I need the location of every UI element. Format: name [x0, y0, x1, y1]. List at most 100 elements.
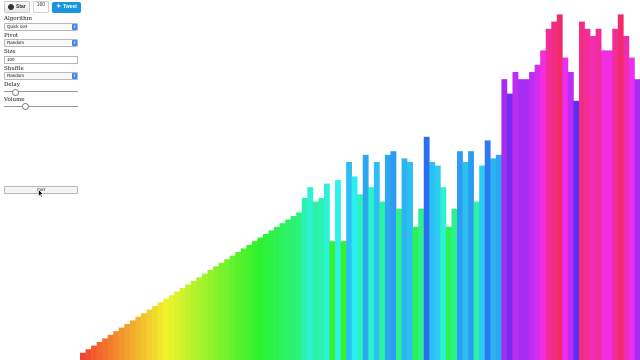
shuffle-label: Shuffle — [4, 65, 24, 72]
bar — [307, 187, 314, 360]
bar — [85, 349, 92, 360]
size-input[interactable]: 100 — [4, 55, 78, 64]
bar — [274, 226, 280, 360]
bar — [379, 201, 386, 360]
bar — [501, 79, 508, 360]
bar — [240, 248, 247, 360]
select-arrow-icon: ⇕ — [72, 40, 77, 46]
bar — [634, 79, 640, 360]
bar — [157, 302, 164, 360]
bar — [102, 338, 109, 360]
bar — [518, 79, 524, 360]
bar — [107, 334, 114, 360]
tweet-button[interactable]: ✦ Tweet — [52, 1, 81, 13]
bar — [484, 140, 491, 360]
bar — [384, 154, 391, 360]
bar — [296, 212, 303, 360]
bar — [213, 266, 219, 360]
slider-thumb[interactable] — [12, 88, 20, 96]
bar — [584, 28, 591, 360]
bar — [473, 201, 480, 360]
bar — [590, 36, 596, 360]
bar — [91, 345, 97, 360]
slider-track — [4, 105, 78, 107]
bar — [196, 277, 203, 360]
pivot-value: Random — [7, 40, 25, 45]
bar — [312, 201, 319, 360]
bar — [174, 291, 181, 360]
bar — [290, 216, 297, 360]
bar — [390, 151, 397, 360]
bar — [268, 230, 275, 360]
bar — [412, 226, 419, 360]
bar — [457, 151, 463, 360]
bar — [201, 273, 208, 360]
slider-thumb[interactable] — [22, 103, 30, 110]
bar — [218, 262, 225, 360]
delay-slider[interactable] — [4, 88, 78, 96]
bar — [246, 244, 253, 360]
bar — [124, 324, 131, 360]
bar — [407, 162, 413, 360]
algorithm-value: Quick sort — [7, 23, 28, 29]
bar — [318, 198, 325, 360]
bar — [373, 162, 380, 360]
bar — [551, 21, 558, 360]
bar — [190, 280, 197, 360]
algorithm-label: Algorithm — [4, 16, 32, 22]
bar — [346, 162, 352, 360]
social-buttons: Star 160 ✦ Tweet — [4, 1, 81, 13]
bar — [556, 14, 563, 360]
bar — [440, 187, 447, 360]
bar — [573, 100, 580, 360]
bar — [506, 93, 513, 360]
bar — [323, 183, 330, 360]
bar — [479, 165, 486, 360]
bar — [185, 284, 192, 360]
star-count[interactable]: 160 — [32, 1, 50, 13]
bar — [135, 316, 142, 360]
volume-slider[interactable] — [4, 103, 78, 110]
bar — [617, 14, 624, 360]
select-arrow-icon: ⇕ — [72, 73, 77, 79]
bar — [235, 252, 242, 360]
bar — [357, 194, 364, 360]
bar — [462, 162, 469, 360]
bar — [129, 320, 136, 360]
star-label: Star — [16, 4, 26, 10]
bar — [540, 50, 547, 360]
bar — [579, 21, 585, 360]
tweet-label: Tweet — [63, 4, 77, 10]
bar — [534, 64, 541, 360]
bar — [512, 72, 519, 360]
bar — [340, 241, 347, 360]
bar — [335, 180, 341, 360]
bar — [262, 234, 269, 360]
controls-panel: Algorithm Quick sort ⇕ Pivot Random ⇕ Si… — [4, 14, 78, 110]
bar — [80, 352, 86, 360]
shuffle-select[interactable]: Random ⇕ — [4, 72, 78, 80]
bar — [606, 50, 613, 360]
bar — [490, 158, 497, 360]
bar — [163, 298, 170, 360]
bar — [567, 72, 574, 360]
sorting-bars-chart — [80, 14, 640, 360]
github-star-button[interactable]: Star — [4, 1, 30, 13]
twitter-bird-icon: ✦ — [56, 4, 62, 10]
bar — [152, 306, 158, 360]
bar — [523, 79, 530, 360]
shuffle-value: Random — [7, 73, 25, 78]
bar — [368, 187, 375, 360]
bar — [396, 208, 402, 360]
pivot-label: Pivot — [4, 32, 19, 39]
bar — [495, 154, 502, 360]
bar — [285, 219, 291, 360]
select-arrow-icon: ⇕ — [72, 23, 77, 30]
bar — [423, 136, 430, 360]
bar — [279, 223, 286, 360]
pivot-select[interactable]: Random ⇕ — [4, 39, 78, 47]
bar — [168, 295, 175, 360]
bar — [301, 198, 308, 360]
bar — [401, 158, 408, 360]
algorithm-select[interactable]: Quick sort ⇕ — [4, 22, 78, 31]
